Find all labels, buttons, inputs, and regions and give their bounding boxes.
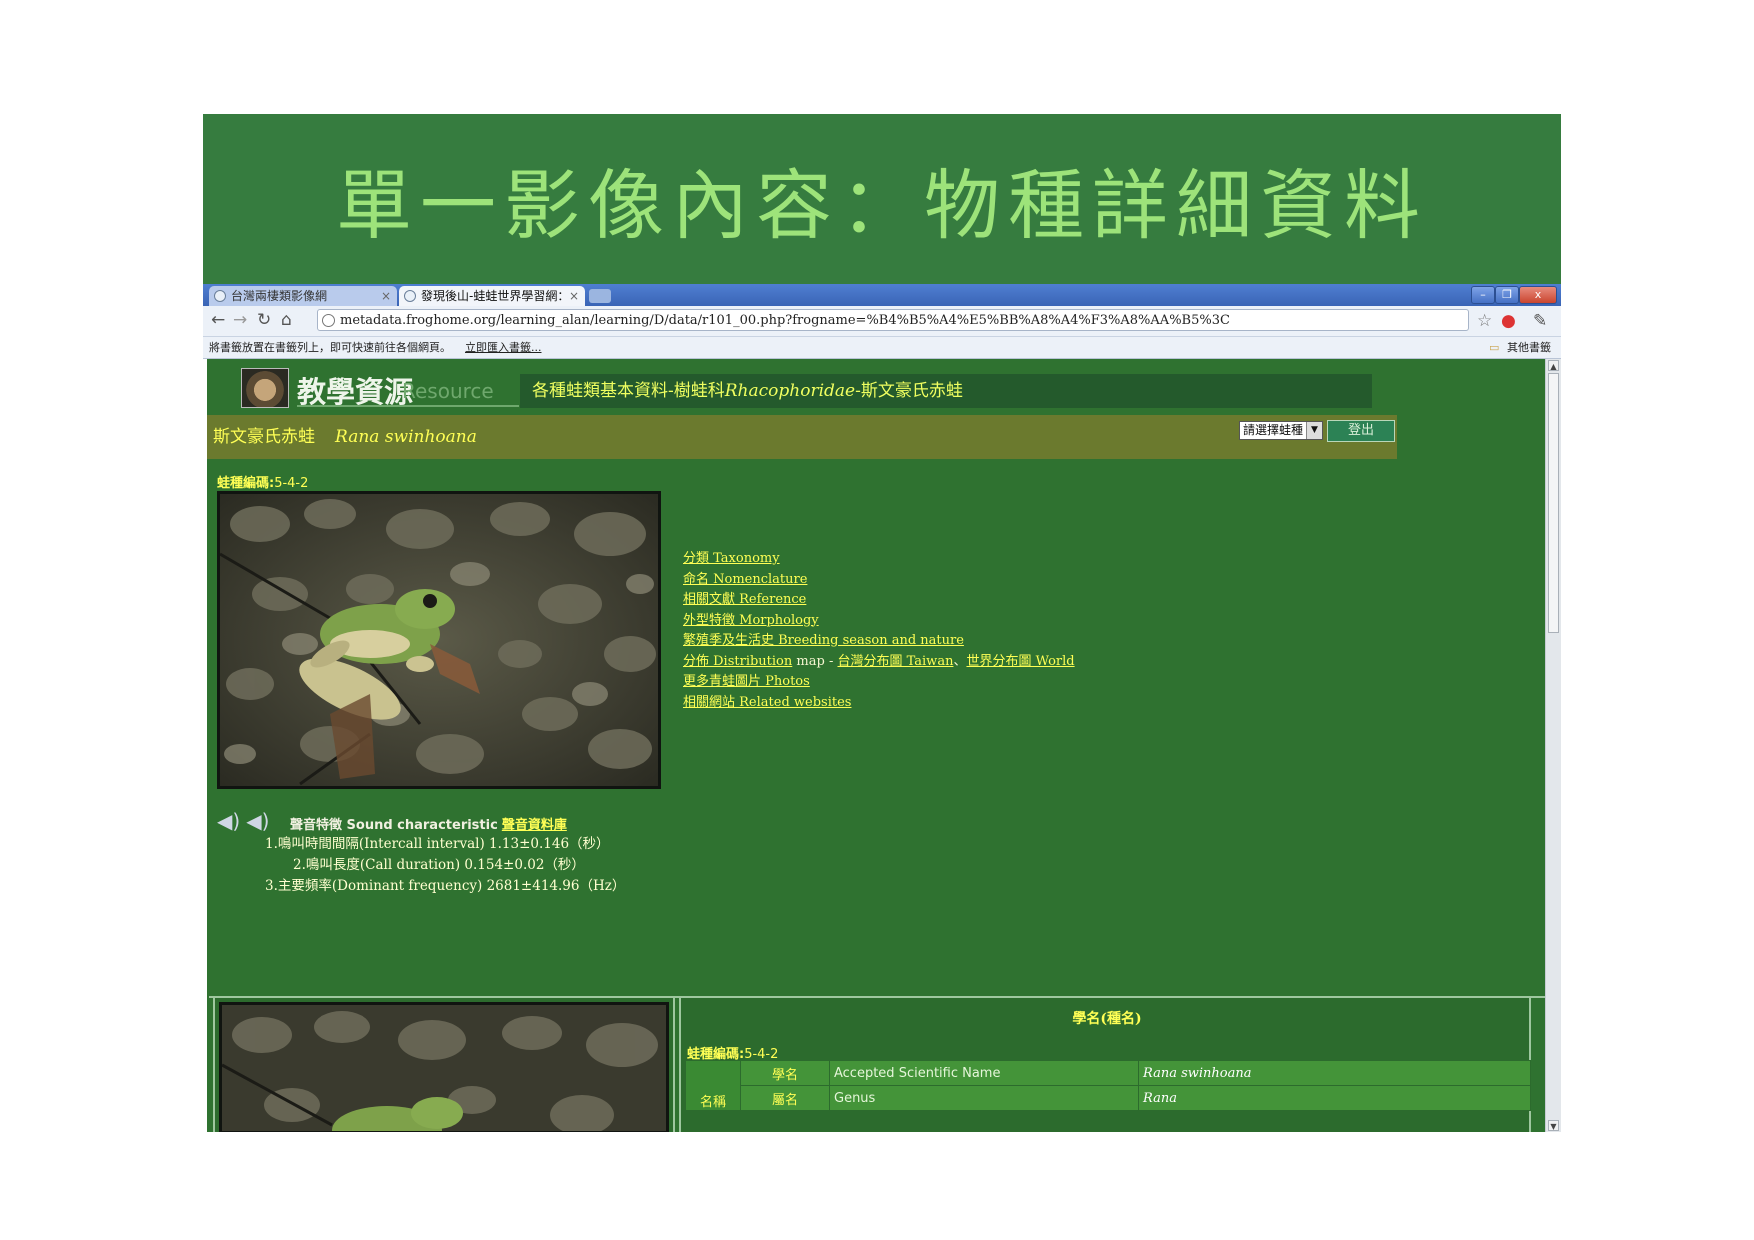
distribution-link[interactable]: 分佈 Distribution — [683, 654, 792, 669]
logout-button[interactable]: 登出 — [1327, 420, 1395, 442]
breeding-link[interactable]: 繁殖季及生活史 Breeding season and nature — [683, 633, 964, 648]
browser-toolbar: ← → ↻ ⌂ metadata.froghome.org/learning_a… — [203, 306, 1561, 337]
map-text: map - — [796, 653, 834, 669]
url-text: metadata.froghome.org/learning_alan/lear… — [340, 313, 1230, 328]
address-bar[interactable]: metadata.froghome.org/learning_alan/lear… — [317, 309, 1469, 331]
other-bookmarks[interactable]: 其他書籤 — [1507, 337, 1551, 358]
back-icon[interactable]: ← — [211, 310, 225, 330]
row-value: Rana — [1138, 1085, 1531, 1111]
frog-photo — [217, 491, 661, 789]
row-value: Rana swinhoana — [1138, 1060, 1531, 1086]
row-english: Genus — [829, 1085, 1139, 1111]
wrench-icon[interactable]: ✎ — [1533, 311, 1547, 331]
world-map-link[interactable]: 世界分布圖 World — [966, 654, 1074, 669]
frog-photo-secondary — [219, 1002, 669, 1132]
frog-photo-image — [220, 494, 658, 786]
header-prefix: 各種蛙類基本資料-樹蛙科 — [532, 381, 725, 401]
tab-label: 發現後山-蛙蛙世界學習網： — [421, 289, 570, 303]
page-header: 各種蛙類基本資料-樹蛙科Rhacophoridae-斯文豪氏赤蛙 — [520, 374, 1372, 408]
import-bookmarks-link[interactable]: 立即匯入書籤... — [465, 337, 542, 358]
tab-bar: 台灣兩棲類影像網 × 發現後山-蛙蛙世界學習網： × – ❐ x — [203, 284, 1561, 306]
stat-item: 3.主要頻率(Dominant frequency) 2681±414.96（H… — [265, 878, 626, 894]
row-label: 屬名 — [740, 1085, 830, 1111]
tab-taiwan-amphibian[interactable]: 台灣兩棲類影像網 × — [209, 286, 397, 306]
resource-subtitle: Resource — [402, 379, 494, 403]
detail-panel: 學名(種名) 蛙種編碼:5-4-2 名稱 學名 Accepted Scienti… — [209, 996, 1545, 1132]
photos-link[interactable]: 更多青蛙圖片 Photos — [683, 674, 810, 689]
minimize-button[interactable]: – — [1471, 286, 1495, 304]
nomenclature-link[interactable]: 命名 Nomenclature — [683, 572, 807, 587]
morphology-link[interactable]: 外型特徵 Morphology — [683, 613, 819, 628]
tab-frog-world[interactable]: 發現後山-蛙蛙世界學習網： × — [399, 286, 585, 306]
new-tab-button[interactable] — [589, 289, 611, 303]
taxonomy-link[interactable]: 分類 Taxonomy — [683, 551, 780, 566]
table-row: 名稱 學名 Accepted Scientific Name Rana swin… — [685, 1060, 1531, 1111]
row-english: Accepted Scientific Name — [829, 1060, 1139, 1086]
info-links: 分類 Taxonomy 命名 Nomenclature 相關文獻 Referen… — [683, 549, 1075, 713]
tab-label: 台灣兩棲類影像網 — [231, 289, 328, 303]
page-viewport: 教學資源 Resource 各種蛙類基本資料-樹蛙科Rhacophoridae-… — [207, 359, 1545, 1132]
info-table-panel: 學名(種名) 蛙種編碼:5-4-2 名稱 學名 Accepted Scienti… — [679, 998, 1531, 1132]
header-suffix: -斯文豪氏赤蛙 — [855, 381, 963, 401]
species-scientific-name: Rana swinhoana — [335, 427, 477, 447]
slide-title: 單一影像內容：物種詳細資料 — [336, 161, 1428, 250]
globe-icon — [404, 290, 416, 302]
stat-item: 2.鳴叫長度(Call duration) 0.154±0.02（秒） — [293, 857, 585, 873]
taiwan-map-link[interactable]: 台灣分布圖 Taiwan — [837, 654, 953, 669]
speaker-icon[interactable]: ◀) — [217, 809, 240, 833]
species-bar: 斯文豪氏赤蛙 Rana swinhoana — [207, 415, 1397, 459]
reference-link[interactable]: 相關文獻 Reference — [683, 592, 806, 607]
speaker-buttons: ◀) ◀) — [217, 809, 275, 833]
folder-icon: ▭ — [1489, 341, 1500, 354]
species-code: 蛙種編碼:5-4-2 — [217, 472, 308, 491]
frog-photo-secondary-image — [222, 1005, 666, 1131]
forward-icon[interactable]: → — [233, 310, 247, 330]
sound-label: 聲音特徵 Sound characteristic — [290, 818, 498, 833]
chevron-down-icon[interactable]: ▼ — [1306, 422, 1322, 439]
row-label: 學名 — [740, 1060, 830, 1086]
page-scrollbar[interactable]: ▲ ▼ — [1545, 359, 1561, 1132]
sound-stats: 1.鳴叫時間間隔(Intercall interval) 1.13±0.146（… — [265, 834, 625, 897]
globe-icon — [214, 290, 226, 302]
bookmarks-hint: 將書籤放置在書籤列上，即可快速前往各個網頁。 — [209, 341, 451, 354]
table-row: 屬名 Genus Rana — [686, 1085, 1531, 1111]
sound-database-link[interactable]: 聲音資料庫 — [502, 818, 567, 833]
name-cell: 名稱 — [685, 1060, 741, 1111]
divider — [297, 405, 519, 407]
code-label: 蛙種編碼: — [217, 476, 275, 491]
sound-characteristic: 聲音特徵 Sound characteristic 聲音資料庫 — [290, 814, 567, 833]
header-family: Rhacophoridae — [724, 381, 856, 401]
page-icon — [322, 314, 335, 327]
separator: 、 — [953, 653, 967, 669]
extension-icon[interactable]: ● — [1501, 311, 1516, 331]
frog-photo-frame — [213, 998, 675, 1132]
close-icon[interactable]: × — [381, 286, 391, 306]
select-value: 請選擇蛙種 — [1243, 423, 1304, 437]
frog-logo — [241, 368, 289, 408]
restore-button[interactable]: ❐ — [1495, 286, 1519, 304]
species-select[interactable]: 請選擇蛙種 ▼ — [1239, 421, 1323, 440]
bookmarks-bar: 將書籤放置在書籤列上，即可快速前往各個網頁。 立即匯入書籤... ▭ 其他書籤 — [203, 337, 1561, 359]
home-icon[interactable]: ⌂ — [281, 310, 292, 330]
window-close-button[interactable]: x — [1519, 286, 1557, 304]
scrollbar-thumb[interactable] — [1548, 373, 1559, 633]
scroll-down-icon[interactable]: ▼ — [1548, 1120, 1559, 1131]
star-icon[interactable]: ☆ — [1477, 311, 1492, 331]
info-title: 學名(種名) — [1072, 1011, 1142, 1027]
scroll-up-icon[interactable]: ▲ — [1548, 360, 1559, 371]
species-name: 斯文豪氏赤蛙 — [213, 427, 315, 447]
speaker-icon[interactable]: ◀) — [246, 809, 269, 833]
close-icon[interactable]: × — [569, 286, 579, 306]
slide: 單一影像內容：物種詳細資料 台灣兩棲類影像網 × 發現後山-蛙蛙世界學習網： ×… — [203, 114, 1561, 1132]
stat-item: 1.鳴叫時間間隔(Intercall interval) 1.13±0.146（… — [265, 836, 610, 852]
reload-icon[interactable]: ↻ — [257, 310, 271, 330]
info-table: 名稱 學名 Accepted Scientific Name Rana swin… — [685, 1060, 1531, 1111]
websites-link[interactable]: 相關網站 Related websites — [683, 695, 851, 710]
code-value: 5-4-2 — [274, 476, 309, 491]
browser-window: 台灣兩棲類影像網 × 發現後山-蛙蛙世界學習網： × – ❐ x ← → ↻ ⌂… — [203, 284, 1561, 1132]
